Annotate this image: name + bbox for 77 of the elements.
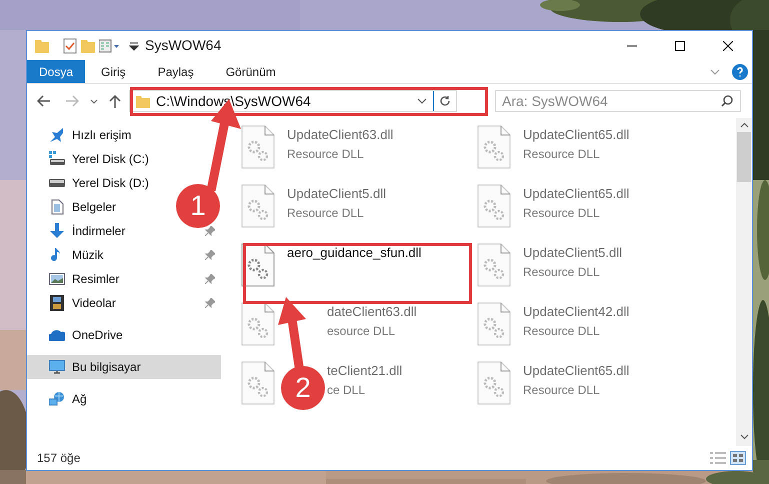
file-type: Resource DLL bbox=[523, 264, 601, 280]
address-bar[interactable]: C:\Windows\SysWOW64 bbox=[129, 90, 457, 112]
gear-file-icon bbox=[241, 184, 275, 228]
file-name[interactable]: UpdateClient5.dll bbox=[287, 184, 386, 204]
folder-icon bbox=[81, 38, 95, 52]
file-type: Resource DLL bbox=[523, 204, 601, 222]
gear-file-icon bbox=[477, 361, 511, 405]
document-icon bbox=[49, 199, 65, 215]
drive-icon bbox=[49, 151, 65, 167]
help-icon[interactable] bbox=[732, 64, 748, 80]
refresh-icon[interactable] bbox=[439, 95, 451, 107]
file-name[interactable]: aero_guidance_sfun.dll bbox=[287, 243, 422, 262]
tiles-view-icon[interactable] bbox=[730, 451, 746, 465]
file-name[interactable]: UpdateClient65.dll bbox=[523, 125, 630, 144]
star-icon bbox=[49, 127, 65, 143]
cloud-icon bbox=[49, 327, 65, 343]
item-count: 157 öğe bbox=[37, 450, 80, 467]
sidebar-item[interactable]: Bu bilgisayar bbox=[27, 355, 221, 379]
gear-file-icon bbox=[241, 361, 275, 405]
scroll-down-icon[interactable] bbox=[740, 434, 748, 440]
sidebar-item[interactable]: Resimler bbox=[27, 267, 221, 291]
file-name[interactable]: UpdateClient5.dll bbox=[523, 243, 622, 262]
file-type: Resource DLL bbox=[287, 204, 365, 222]
sidebar-item[interactable]: Yerel Disk (D:) bbox=[27, 171, 153, 195]
chevron-down-icon[interactable] bbox=[417, 98, 427, 104]
up-icon[interactable] bbox=[109, 94, 121, 108]
gear-file-icon bbox=[477, 184, 511, 228]
back-icon[interactable] bbox=[37, 95, 51, 107]
file-type: Resource DLL bbox=[523, 382, 601, 398]
file-type: esource DLL bbox=[327, 322, 396, 340]
scroll-up-icon[interactable] bbox=[740, 122, 748, 128]
gear-file-icon bbox=[477, 125, 511, 169]
file-type: ce DLL bbox=[327, 382, 366, 398]
details-view-icon[interactable] bbox=[710, 452, 726, 464]
picture-frame-icon bbox=[49, 271, 65, 287]
sidebar-item[interactable]: Müzik bbox=[27, 243, 221, 267]
sidebar-item[interactable]: Hızlı erişim bbox=[27, 123, 136, 147]
file-type: Resource DLL bbox=[523, 146, 601, 162]
ribbon-tab[interactable]: Dosya bbox=[27, 60, 86, 83]
globe-computer-icon bbox=[49, 391, 65, 407]
checklist-icon bbox=[63, 38, 77, 54]
sidebar-item[interactable]: Belgeler bbox=[27, 195, 120, 219]
file-name[interactable]: UpdateClient42.dll bbox=[523, 302, 630, 322]
maximize-icon[interactable] bbox=[675, 40, 685, 50]
folder-icon bbox=[35, 38, 49, 52]
monitor-icon bbox=[49, 359, 65, 375]
file-type: Resource DLL bbox=[523, 322, 601, 340]
window-title: SysWOW64 bbox=[145, 36, 222, 55]
ribbon-tab[interactable]: Giriş bbox=[85, 60, 142, 83]
search-icon bbox=[721, 95, 733, 107]
gear-file-icon bbox=[477, 302, 511, 346]
sidebar-item[interactable]: Videolar bbox=[27, 291, 221, 315]
chevron-down-icon[interactable] bbox=[90, 98, 98, 104]
file-name[interactable]: UpdateClient63.dll bbox=[287, 125, 394, 144]
close-icon[interactable] bbox=[723, 40, 733, 50]
scrollbar[interactable] bbox=[736, 118, 752, 446]
search-field[interactable]: Ara: SysWOW64 bbox=[495, 90, 741, 112]
sidebar-item[interactable]: OneDrive bbox=[27, 323, 127, 347]
file-name[interactable]: UpdateClient65.dll bbox=[523, 361, 630, 380]
gear-file-icon bbox=[477, 243, 511, 287]
properties-icon bbox=[99, 38, 121, 52]
folder-icon bbox=[136, 94, 150, 108]
ribbon-tab[interactable]: Görünüm bbox=[210, 60, 292, 83]
file-name[interactable]: UpdateClient65.dll bbox=[523, 184, 630, 204]
gear-file-icon bbox=[241, 302, 275, 346]
gear-file-icon bbox=[241, 125, 275, 169]
ribbon-tab[interactable]: Paylaş bbox=[142, 60, 210, 83]
file-name[interactable]: dateClient63.dll bbox=[327, 302, 417, 322]
sidebar-item[interactable]: Ağ bbox=[27, 387, 91, 411]
download-icon bbox=[49, 223, 65, 239]
file-name[interactable]: teClient21.dll bbox=[327, 361, 402, 380]
film-icon bbox=[49, 295, 65, 311]
scroll-thumb[interactable] bbox=[737, 132, 751, 182]
address-text: C:\Windows\SysWOW64 bbox=[156, 92, 311, 111]
dropdown-icon bbox=[129, 40, 139, 50]
sidebar-item[interactable]: Yerel Disk (C:) bbox=[27, 147, 153, 171]
file-type: Resource DLL bbox=[287, 146, 365, 162]
